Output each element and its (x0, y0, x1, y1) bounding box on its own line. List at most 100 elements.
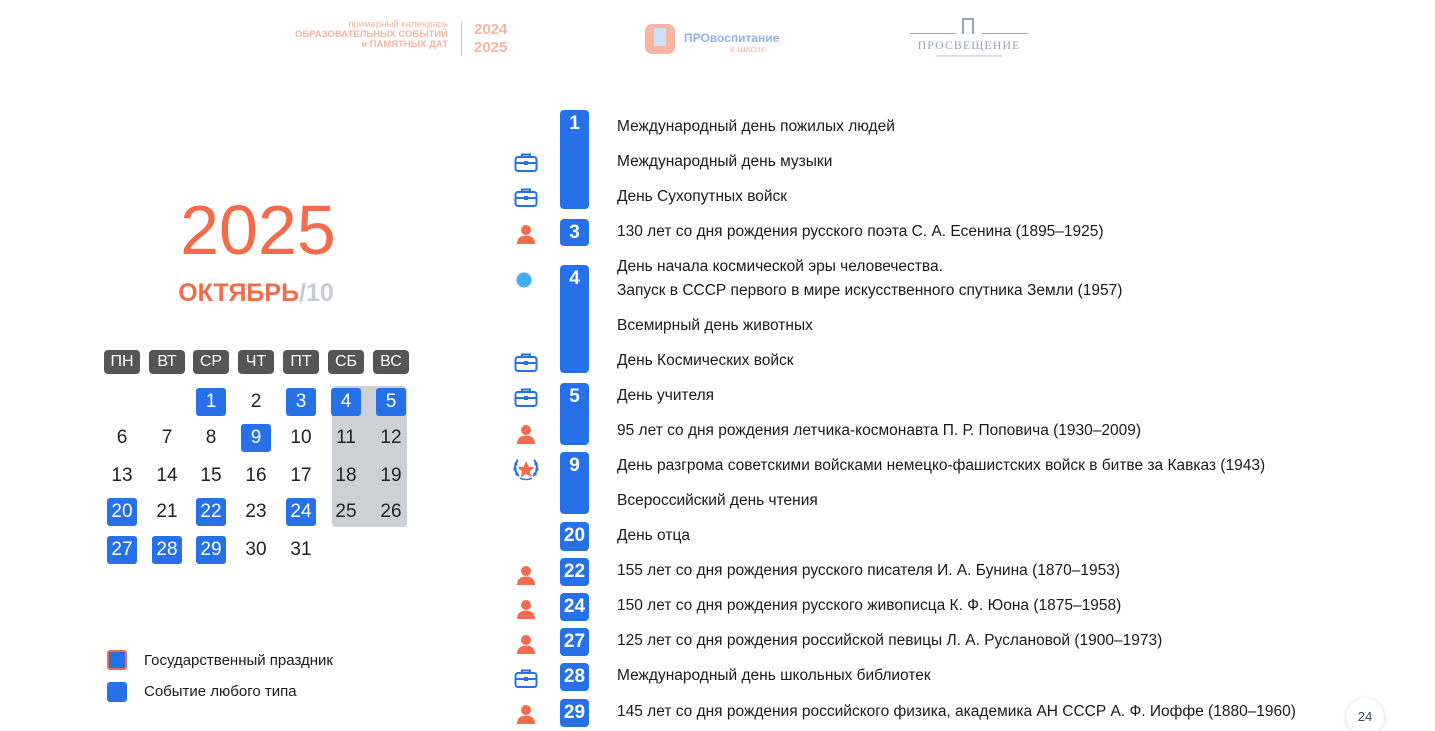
month-name: ОКТЯБРЬ (178, 279, 300, 307)
event-reading-day: Всероссийский день чтения (617, 492, 818, 509)
briefcase-icon (514, 668, 538, 689)
calendar-day: 11 (336, 427, 356, 448)
event-day-27: 27 (560, 628, 589, 656)
header-years: 2024 2025 (474, 21, 507, 57)
page-number-badge: 24 (1346, 698, 1384, 731)
briefcase-icon (514, 152, 538, 173)
provospitanie-logo-icon (645, 24, 675, 54)
calendar-day-event: 1 (196, 388, 226, 416)
calendar-day: 17 (290, 465, 312, 486)
person-icon (516, 704, 536, 724)
calendar-day: 19 (380, 465, 402, 486)
calendar-header-logo: примерный календарь ОБРАЗОВАТЕЛЬНЫХ СОБЫ… (262, 20, 448, 50)
month-number: /10 (299, 279, 334, 307)
provospitanie-subtitle: в школе (730, 43, 766, 55)
calendar-header-line3: и ПАМЯТНЫХ ДАТ (361, 39, 448, 50)
event-space-era-day: День начала космической эры человечества… (617, 258, 943, 275)
event-day-1: 1 (560, 110, 589, 209)
header-divider (461, 22, 462, 56)
header-year-2: 2025 (474, 39, 508, 56)
event-day-22: 22 (560, 558, 589, 586)
person-icon (516, 565, 536, 585)
month-title: ОКТЯБРЬ/10 (140, 278, 372, 308)
calendar-day-event: 3 (286, 388, 316, 416)
prosveshchenie-logo-icon (962, 18, 974, 34)
event-day-28: 28 (560, 663, 589, 691)
legend-any-event-swatch (107, 682, 127, 702)
event-day-9: 9 (560, 452, 589, 514)
calendar-day-event: 9 (241, 424, 271, 452)
weekday-header: ВТ (149, 350, 185, 374)
weekday-header: ЧТ (238, 350, 274, 374)
prosveshchenie-line-right (982, 33, 1028, 34)
event-day-20: 20 (560, 522, 589, 551)
laurel-star-icon (511, 456, 541, 482)
event-ground-forces-day: День Сухопутных войск (617, 188, 788, 205)
space-dot-icon (516, 272, 532, 288)
person-icon (516, 424, 536, 444)
event-yuon-anniversary: 150 лет со дня рождения русского живопис… (617, 597, 1122, 614)
calendar-day: 23 (245, 501, 267, 522)
calendar-day: 25 (335, 501, 357, 522)
briefcase-icon (514, 352, 538, 373)
event-yesenin-anniversary: 130 лет со дня рождения русского поэта С… (617, 223, 1104, 240)
calendar-day-event: 24 (286, 498, 316, 526)
briefcase-icon (514, 387, 538, 408)
calendar-day: 26 (380, 501, 402, 522)
calendar-day: 13 (111, 465, 133, 486)
event-day-29: 29 (560, 699, 589, 727)
legend-any-event-label: Событие любого типа (144, 683, 297, 700)
calendar-day: 31 (290, 539, 312, 560)
event-fathers-day: День отца (617, 527, 690, 544)
event-day-5: 5 (560, 383, 589, 445)
prosveshchenie-line-left (910, 33, 956, 34)
header-year-1: 2024 (474, 21, 508, 38)
weekday-header: ВС (373, 350, 409, 374)
briefcase-icon (514, 187, 538, 208)
calendar-day-event: 4 (331, 388, 361, 416)
event-ioffe-anniversary: 145 лет со дня рождения российского физи… (617, 703, 1296, 720)
calendar-day: 7 (161, 427, 173, 448)
calendar-day-event: 28 (152, 536, 182, 564)
weekday-header: СБ (328, 350, 364, 374)
calendar-day: 6 (116, 427, 128, 448)
calendar-day: 18 (335, 465, 357, 486)
event-sputnik-launch: Запуск в СССР первого в мире искусственн… (617, 282, 1123, 299)
prosveshchenie-title: ПРОСВЕЩЕНИЕ (917, 38, 1021, 52)
event-ruslanova-anniversary: 125 лет со дня рождения российской певиц… (617, 632, 1163, 649)
calendar-day-event: 5 (376, 388, 406, 416)
calendar-day-event: 20 (107, 498, 137, 526)
event-day-4: 4 (560, 265, 589, 373)
calendar-day: 16 (245, 465, 267, 486)
calendar-day-event: 22 (196, 498, 226, 526)
event-caucasus-battle-day: День разгрома советскими войсками немецк… (617, 457, 1266, 474)
calendar-day: 14 (156, 465, 178, 486)
person-icon (516, 224, 536, 244)
calendar-day: 15 (200, 465, 222, 486)
calendar-day-event: 29 (196, 536, 226, 564)
calendar-day: 10 (290, 427, 312, 448)
person-icon (516, 599, 536, 619)
event-music-day: Международный день музыки (617, 153, 833, 170)
calendar-day: 21 (156, 501, 178, 522)
weekday-header: СР (193, 350, 229, 374)
year-title: 2025 (180, 191, 336, 269)
event-popovich-anniversary: 95 лет со дня рождения летчика-космонавт… (617, 422, 1142, 439)
event-elderly-day: Международный день пожилых людей (617, 118, 895, 135)
legend-state-holiday-label: Государственный праздник (144, 652, 333, 669)
calendar-day: 2 (250, 391, 262, 412)
calendar-day: 30 (245, 539, 267, 560)
calendar-day-event: 27 (107, 536, 137, 564)
weekday-header: ПН (104, 350, 140, 374)
person-icon (516, 634, 536, 654)
event-school-libraries-day: Международный день школьных библиотек (617, 667, 931, 684)
event-bunin-anniversary: 155 лет со дня рождения русского писател… (617, 562, 1120, 579)
calendar-day: 8 (205, 427, 217, 448)
prosveshchenie-tagline (936, 55, 1002, 57)
event-day-3: 3 (560, 219, 589, 246)
weekday-header: ПТ (283, 350, 319, 374)
event-day-24: 24 (560, 593, 589, 621)
event-animals-day: Всемирный день животных (617, 317, 813, 334)
event-space-forces-day: День Космических войск (617, 352, 794, 369)
event-teachers-day: День учителя (617, 387, 715, 404)
